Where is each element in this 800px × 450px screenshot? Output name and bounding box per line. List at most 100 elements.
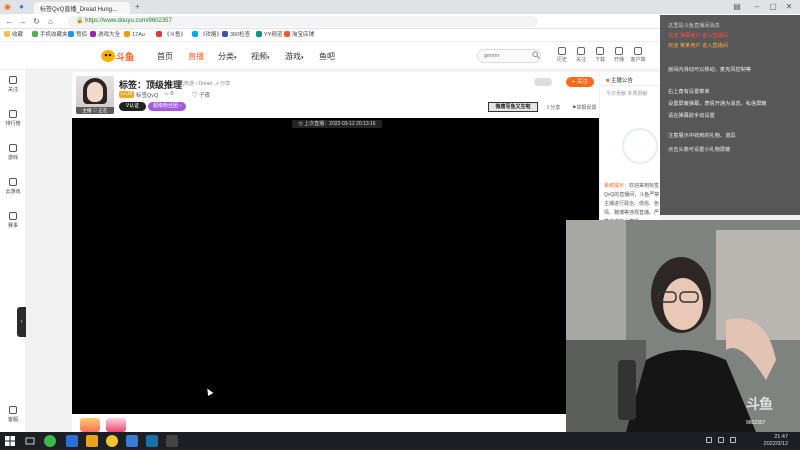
sidebar-item-games[interactable]: 游戏 [0,144,26,161]
notif-line: 这里是斗鱼直播间消息 [668,23,720,29]
bookmark-item[interactable]: 淘宝店铺 [284,31,314,40]
search-icon[interactable] [532,51,540,59]
share-button[interactable]: ⇪分享 [546,104,560,111]
notif-line: 房间内滑动可以移动，麦克风控制等 [668,67,752,73]
nav-category[interactable]: 分类▾ [218,51,237,62]
bookmark-item[interactable]: 17Au [124,31,145,40]
network-icon[interactable] [706,437,712,443]
sidebar-item-service[interactable]: 客服 [0,406,26,423]
follow-button[interactable]: + 关注 [566,77,594,87]
notif-line: 点击头像可设置小礼物屏蔽 [668,147,731,153]
volume-icon[interactable] [718,437,724,443]
bookmark-item[interactable]: 手机收藏夹 [32,31,68,40]
sidebar-collapse-handle[interactable]: › [17,307,26,337]
room-title: 标签：顶级推理 [119,80,183,90]
report-button[interactable]: ⚑举报反馈 [572,104,597,111]
new-tab-icon[interactable]: + [132,1,143,12]
headset-icon [9,406,17,414]
mouse-cursor-icon [204,386,214,397]
browser-menu-icon[interactable]: ● [16,1,27,12]
fan-count: ♡ 子夜 [192,93,211,99]
last-live-notice: ◷ 上次直播：2022-03-12 20:13:16 [292,120,382,128]
trophy-icon [9,110,17,118]
close-icon[interactable]: ✕ [782,1,796,13]
app-taskbar-icon[interactable] [106,435,118,447]
clock-time: 21:47 [774,434,788,440]
avatar-caption: 主播 ♡ 正在 [76,107,114,114]
heart-icon [577,47,585,55]
bookmark-item[interactable]: 360检查 [222,31,250,40]
tab-active[interactable]: 标签QvQ直播_Dread Hung... [34,2,130,14]
logo-text: 斗鱼 [116,52,135,62]
douyu-logo[interactable]: 斗鱼 [100,48,134,64]
browser-taskbar-icon[interactable] [44,435,56,447]
danmu-notification-overlay: 这里是斗鱼直播间消息 欢迎 弹幕用户 进入直播间 欢迎 某某用户 进入直播间 房… [660,15,800,215]
nav-video[interactable]: 视频▾ [251,51,270,62]
back-icon[interactable]: ← [4,16,15,27]
follow-header-button[interactable]: 关注 [572,47,590,63]
gift-icon[interactable] [80,418,100,432]
bookmark-item[interactable]: 收藏 [4,31,23,40]
video-player[interactable]: ◷ 上次直播：2022-03-12 20:13:16 [72,118,599,414]
nav-fishbar[interactable]: 鱼吧 [319,51,335,62]
bookmark-item[interactable]: 《攻略》 [192,31,222,40]
danmu-toggle[interactable] [534,78,552,86]
room-share-link[interactable]: + 分享 [216,80,230,87]
site-header: 斗鱼 首页 直播 分类▾ 视频▾ 游戏▾ 鱼吧 历史 关注 下载 开播 客户端 [0,42,660,70]
bookmark-item[interactable]: YY频道 [256,31,282,40]
bookmark-item[interactable]: 赞佰 [68,31,87,40]
client-button[interactable]: 客户端 [629,47,647,63]
bookmark-item[interactable]: 游戏大全 [90,31,120,40]
minimize-icon[interactable]: – [750,1,764,13]
gift-bar [72,414,599,432]
room-info: 主播 ♡ 正在 标签：顶级推理 单机热游 › Dread ... + 分享 Lv… [72,72,599,118]
download-button[interactable]: 下载 [591,47,609,63]
sidebar-item-follow[interactable]: 关注 [0,76,26,93]
sidebar-item-events[interactable]: 赛事 [0,212,26,229]
anchor-name[interactable]: 标签QvQ [136,91,158,99]
cloud-icon [9,178,17,186]
heat-count: ♨ 0 [164,91,174,97]
reload-icon[interactable]: ↻ [31,16,42,27]
gift-icon[interactable] [106,418,126,432]
app-taskbar-icon[interactable] [86,435,98,447]
app-taskbar-icon[interactable] [166,435,178,447]
contribution-tabs[interactable]: 今日贡献 本周贡献 [600,87,660,99]
bookmark-manager-icon[interactable]: ▤ [730,1,744,13]
nav-games[interactable]: 游戏▾ [285,51,304,62]
restore-icon[interactable]: ▢ [766,1,780,13]
monitor-icon [634,47,642,55]
empty-list-illustration [622,128,658,164]
poster-tag[interactable]: 微唐写鱼又生啦 [488,102,538,112]
app-taskbar-icon[interactable] [126,435,138,447]
nav-home[interactable]: 首页 [157,51,173,62]
sidebar-item-rank[interactable]: 排行榜 [0,110,26,127]
url-input[interactable]: 🔒 https://www.douyu.com/9602357 [68,16,538,27]
room-category[interactable]: 单机热游 › Dread ... [174,80,218,87]
ime-icon[interactable] [730,437,736,443]
notif-line: 欢迎 弹幕用户 进入直播间 [668,33,728,39]
watermark-room-id: 9602357 [746,420,766,426]
nav-live[interactable]: 直播 [188,51,204,62]
gamepad-icon [9,144,17,152]
history-button[interactable]: 历史 [553,47,571,63]
forward-icon[interactable]: → [17,16,28,27]
sidebar-item-cloud-games[interactable]: 云游戏 [0,178,26,195]
chat-announcement-tab[interactable]: ■ 主播公告 [600,72,660,86]
notif-line: 请在弹幕前手动设置 [668,113,715,119]
fan-club-button[interactable]: 超级粉丝团 › [148,102,186,111]
heart-icon [9,76,17,84]
bookmark-item[interactable]: 《斗鱼》 [156,31,186,40]
go-live-button[interactable]: 开播 [610,47,628,63]
windows-start-icon[interactable] [4,435,16,447]
notif-line: 设置屏蔽弹幕，表情开通为消息，私信屏蔽 [668,101,767,107]
home-icon[interactable]: ⌂ [45,16,56,27]
lock-icon: 🔒 [76,18,86,24]
clock[interactable]: 21:47 2022/3/12 [748,434,788,448]
watermark-logo: 斗鱼 [746,396,773,412]
download-icon [596,47,604,55]
app-taskbar-icon[interactable] [66,435,78,447]
steam-taskbar-icon[interactable] [146,435,158,447]
task-view-icon[interactable] [24,435,36,447]
streamer-avatar[interactable]: 主播 ♡ 正在 [76,76,114,114]
